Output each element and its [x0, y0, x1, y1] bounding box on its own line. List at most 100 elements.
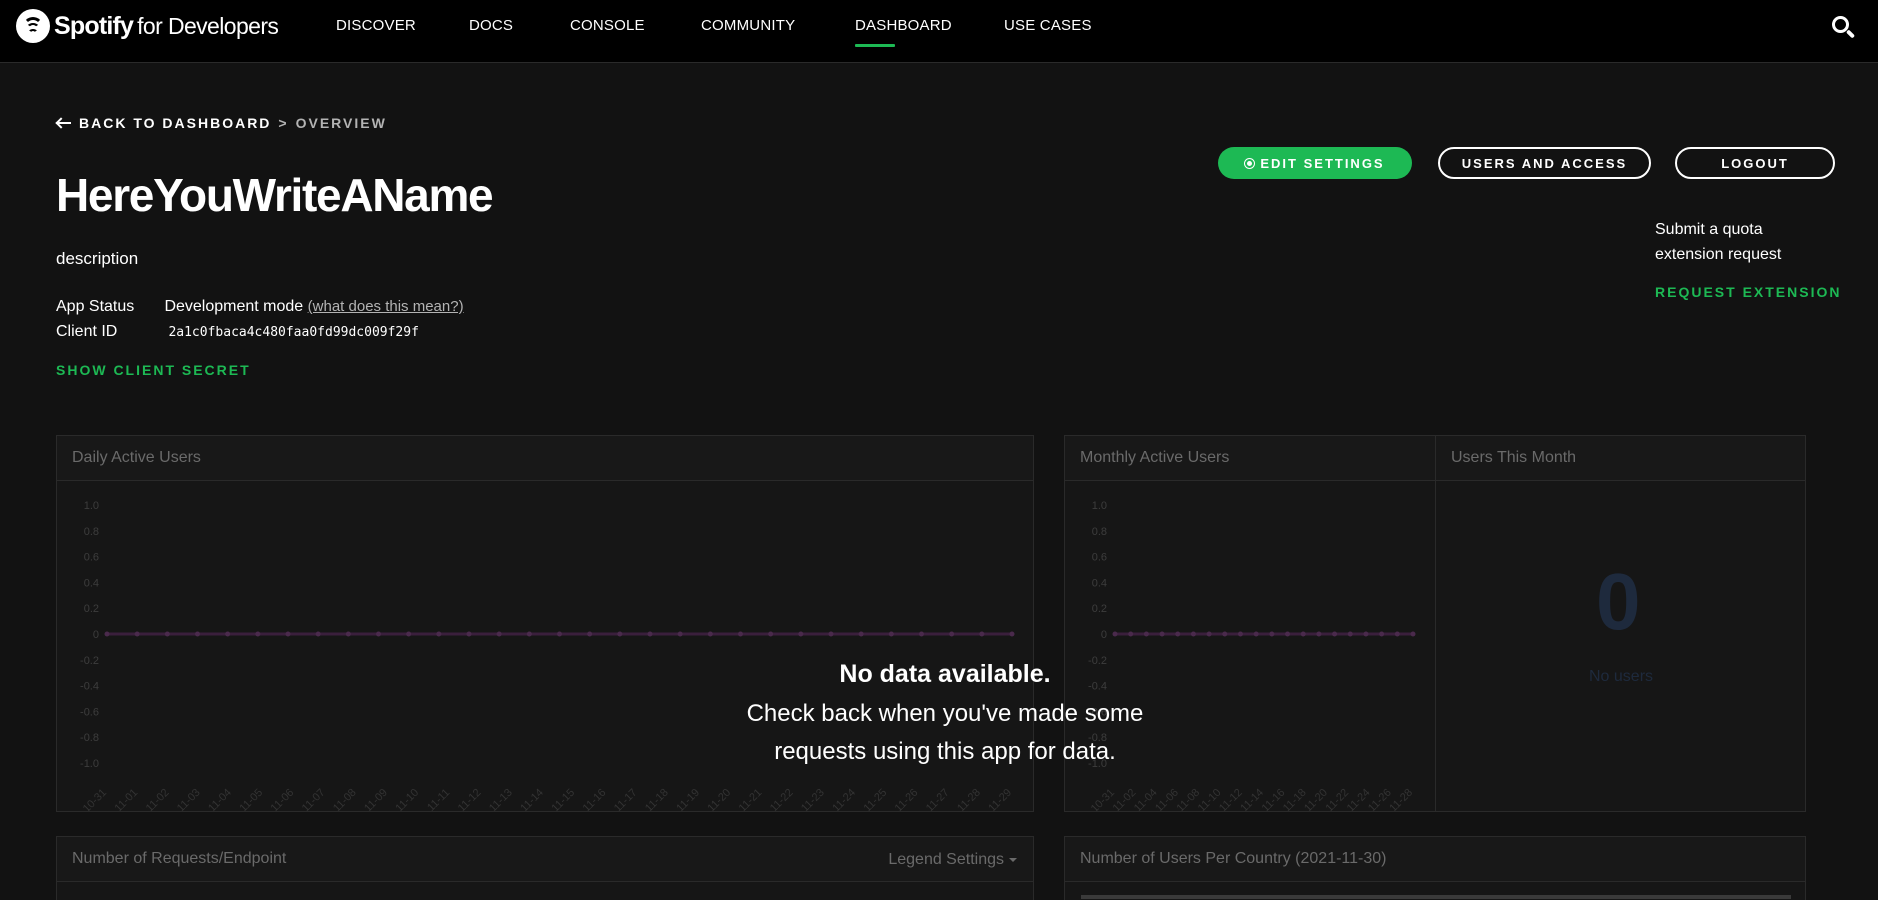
- request-extension-link[interactable]: REQUEST EXTENSION: [1655, 284, 1841, 300]
- spotify-logo-icon: [16, 9, 50, 43]
- users-this-month-section: Users This Month 0 No users: [1436, 436, 1805, 811]
- data-point: [798, 631, 804, 637]
- x-tick-label: 11-01: [113, 787, 141, 811]
- data-point: [677, 631, 683, 637]
- data-point: [134, 631, 140, 637]
- breadcrumb-separator: >: [278, 115, 289, 131]
- logout-button[interactable]: LOGOUT: [1675, 147, 1835, 179]
- edit-settings-button[interactable]: EDIT SETTINGS: [1218, 147, 1412, 179]
- breadcrumb-current: OVERVIEW: [295, 115, 387, 131]
- x-tick-label: 11-21: [737, 787, 765, 811]
- data-point: [617, 631, 623, 637]
- brand-logo[interactable]: Spotify for Developers: [16, 8, 279, 44]
- users-per-country-panel: Number of Users Per Country (2021-11-30): [1064, 836, 1806, 900]
- data-point: [828, 631, 834, 637]
- data-point: [466, 631, 472, 637]
- x-tick-label: 11-28: [1387, 787, 1415, 811]
- data-point: [315, 631, 321, 637]
- y-tick-label: 0.4: [84, 577, 99, 589]
- client-id-row: Client ID 2a1c0fbaca4c480faa0fd99dc009f2…: [56, 323, 419, 341]
- search-icon[interactable]: [1832, 16, 1856, 40]
- x-tick-label: 11-18: [643, 787, 671, 811]
- data-point: [1112, 631, 1118, 637]
- y-tick-label: -1.0: [80, 758, 99, 770]
- x-tick-label: 11-12: [456, 787, 484, 811]
- x-tick-label: 11-16: [581, 787, 609, 811]
- back-to-dashboard-link[interactable]: BACK TO DASHBOARD: [79, 115, 271, 131]
- y-tick-label: -0.6: [80, 706, 99, 718]
- x-tick-label: 11-07: [300, 787, 328, 811]
- x-tick-label: 11-13: [487, 787, 515, 811]
- no-data-message: Check back when you've made some request…: [700, 695, 1190, 771]
- nav-community[interactable]: COMMUNITY: [701, 17, 795, 34]
- x-tick-label: 11-02: [144, 787, 172, 811]
- data-point: [1222, 631, 1228, 637]
- x-tick-label: 11-04: [206, 787, 234, 811]
- x-tick-label: 11-08: [331, 787, 359, 811]
- app-status-label: App Status: [56, 298, 135, 315]
- data-point: [919, 631, 924, 637]
- data-point: [496, 631, 502, 637]
- quota-text: Submit a quota extension request: [1655, 221, 1782, 263]
- data-point: [1009, 631, 1015, 637]
- gear-icon: [1245, 158, 1255, 168]
- y-tick-label: 1.0: [84, 500, 99, 512]
- nav-docs[interactable]: DOCS: [469, 17, 513, 34]
- legend-settings-dropdown[interactable]: Legend Settings: [888, 851, 1017, 869]
- x-tick-label: 11-19: [674, 787, 702, 811]
- client-id-label: Client ID: [56, 323, 118, 340]
- x-tick-label: 11-24: [830, 787, 858, 811]
- y-tick-label: 1.0: [1092, 500, 1107, 512]
- x-tick-label: 11-20: [705, 787, 733, 811]
- data-point: [104, 631, 110, 637]
- y-tick-label: 0.2: [1092, 603, 1107, 615]
- top-nav: Spotify for Developers DISCOVER DOCS CON…: [0, 0, 1878, 63]
- users-and-access-button[interactable]: USERS AND ACCESS: [1438, 147, 1651, 179]
- x-tick-label: 11-06: [269, 787, 297, 811]
- data-point: [376, 631, 381, 637]
- x-tick-label: 11-05: [237, 787, 265, 811]
- requests-per-endpoint-panel: Number of Requests/Endpoint Legend Setti…: [56, 836, 1034, 900]
- y-tick-label: 0.8: [1092, 526, 1107, 538]
- no-data-title: No data available.: [839, 660, 1051, 688]
- data-point: [406, 631, 412, 637]
- data-point: [1363, 631, 1369, 637]
- x-tick-label: 11-10: [393, 787, 421, 811]
- nav-console[interactable]: CONSOLE: [570, 17, 645, 34]
- arrow-left-icon[interactable]: [56, 118, 72, 128]
- data-point: [1285, 631, 1291, 637]
- x-tick-label: 11-29: [986, 787, 1014, 811]
- data-point: [225, 631, 231, 637]
- data-point: [1128, 631, 1134, 637]
- data-point: [1347, 631, 1353, 637]
- data-point: [1410, 631, 1416, 637]
- y-tick-label: 0.8: [84, 526, 99, 538]
- users-this-month-caption: No users: [1589, 668, 1654, 685]
- x-tick-label: 11-23: [799, 787, 827, 811]
- data-point: [707, 631, 713, 637]
- no-data-overlay: No data available. Check back when you'v…: [700, 660, 1190, 771]
- nav-discover[interactable]: DISCOVER: [336, 17, 416, 34]
- nav-use-cases[interactable]: USE CASES: [1004, 17, 1092, 34]
- y-tick-label: 0.6: [1092, 552, 1107, 564]
- data-point: [526, 631, 532, 637]
- data-point: [164, 631, 170, 637]
- daily-active-users-title: Daily Active Users: [57, 436, 1033, 481]
- data-point: [1316, 631, 1322, 637]
- y-tick-label: 0: [1101, 629, 1107, 641]
- show-client-secret-link[interactable]: SHOW CLIENT SECRET: [56, 362, 251, 378]
- brand-name: Spotify: [54, 11, 134, 40]
- users-this-month-title: Users This Month: [1436, 436, 1805, 481]
- data-point: [1159, 631, 1165, 637]
- data-point: [1269, 631, 1275, 637]
- data-point: [557, 631, 562, 637]
- app-status-row: App Status Development mode (what does t…: [56, 298, 464, 316]
- status-help-link[interactable]: (what does this mean?): [308, 298, 464, 315]
- data-point: [1143, 631, 1149, 637]
- x-tick-label: 11-15: [549, 787, 577, 811]
- client-id-value: 2a1c0fbaca4c480faa0fd99dc009f29f: [168, 325, 419, 340]
- data-point: [647, 631, 653, 637]
- y-tick-label: 0.6: [84, 552, 99, 564]
- nav-dashboard[interactable]: DASHBOARD: [855, 17, 952, 47]
- no-data-message-line2: requests using this app for data.: [774, 738, 1116, 765]
